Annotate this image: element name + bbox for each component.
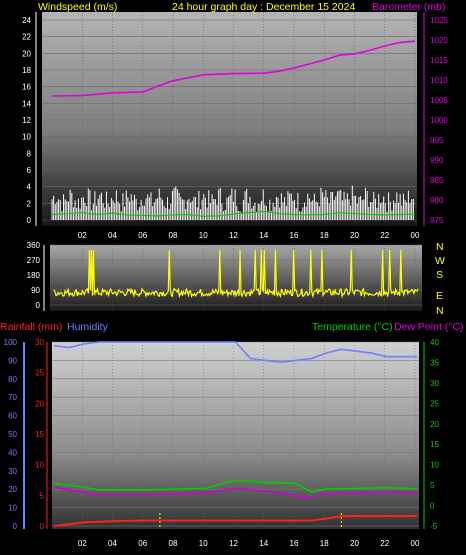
humidity-tick-label: 100 [4, 338, 18, 347]
rainfall-tick-label: 15 [35, 430, 44, 439]
wind-tick-label: 14 [22, 99, 31, 108]
wind-tick-label: 12 [22, 116, 31, 125]
temperature-axis-title: Temperature (°C) [312, 321, 393, 333]
temp-x-tick-label: 00 [411, 539, 420, 548]
temp-x-tick-label: 02 [78, 539, 87, 548]
direction-tick-label: 270 [27, 256, 41, 265]
wind-tick-label: 8 [27, 149, 32, 158]
compass-label-n-top: N [436, 241, 444, 253]
temperature-panel-background [52, 342, 419, 529]
humidity-tick-label: 70 [8, 393, 17, 402]
rainfall-tick-label: 5 [40, 491, 45, 500]
barometer-tick-label: 980 [430, 196, 444, 205]
weather-graph: 0246810121416182022249759809859909951000… [0, 1, 464, 548]
temp-x-tick-label: 08 [169, 539, 178, 548]
wind-tick-label: 10 [22, 133, 31, 142]
barometer-tick-label: 1010 [430, 76, 448, 85]
direction-tick-label: 0 [36, 301, 41, 310]
temp-x-tick-label: 16 [290, 539, 299, 548]
direction-tick-label: 360 [27, 241, 41, 250]
wind-tick-label: 4 [27, 183, 32, 192]
rainfall-tick-label: 30 [35, 338, 44, 347]
wind-x-tick-label: 04 [108, 231, 117, 240]
temp-x-tick-label: 22 [380, 539, 389, 548]
temp-x-tick-label: 14 [259, 539, 268, 548]
compass-label-n-bottom: N [436, 305, 444, 317]
wind-x-tick-label: 12 [229, 231, 238, 240]
wind-x-tick-label: 10 [199, 231, 208, 240]
temp-x-tick-label: 10 [199, 539, 208, 548]
humidity-tick-label: 90 [8, 356, 17, 365]
compass-label-e: E [436, 290, 443, 302]
temperature-tick-label: 35 [430, 358, 439, 367]
humidity-tick-label: 30 [8, 467, 17, 476]
wind-x-tick-label: 22 [380, 231, 389, 240]
barometer-tick-label: 985 [430, 176, 444, 185]
wind-x-tick-label: 16 [290, 231, 299, 240]
humidity-tick-label: 10 [8, 504, 17, 513]
temp-x-tick-label: 04 [108, 539, 117, 548]
wind-tick-label: 22 [22, 33, 31, 42]
compass-label-s: S [436, 269, 443, 281]
rainfall-tick-label: 20 [35, 399, 44, 408]
wind-tick-label: 16 [22, 83, 31, 92]
temperature-tick-label: 40 [430, 338, 439, 347]
windspeed-axis-title: Windspeed (m/s) [38, 1, 117, 13]
barometer-tick-label: 1015 [430, 56, 448, 65]
barometer-tick-label: 990 [430, 156, 444, 165]
barometer-tick-label: 975 [430, 216, 444, 225]
wind-tick-label: 24 [22, 16, 31, 25]
barometer-tick-label: 1005 [430, 96, 448, 105]
temperature-tick-label: 10 [430, 461, 439, 470]
temperature-tick-label: 25 [430, 399, 439, 408]
rainfall-tick-label: 0 [40, 522, 45, 531]
temp-x-tick-label: 18 [320, 539, 329, 548]
humidity-axis-title: Humidity [67, 321, 109, 333]
wind-tick-label: 0 [27, 216, 32, 225]
wind-tick-label: 20 [22, 49, 31, 58]
wind-x-tick-label: 08 [169, 231, 178, 240]
dewpoint-axis-title: Dew Point (°C) [394, 321, 464, 333]
temp-x-tick-label: 20 [350, 539, 359, 548]
rainfall-axis-title: Rainfall (mm) [0, 321, 62, 333]
barometer-tick-label: 1000 [430, 116, 448, 125]
wind-tick-label: 2 [27, 199, 32, 208]
temp-x-tick-label: 06 [138, 539, 147, 548]
wind-tick-label: 6 [27, 166, 32, 175]
temperature-tick-label: 30 [430, 379, 439, 388]
compass-label-w: W [435, 255, 445, 267]
humidity-tick-label: 20 [8, 485, 17, 494]
barometer-axis-title: Barometer (mb) [372, 1, 446, 13]
barometer-tick-label: 1025 [430, 16, 448, 25]
barometer-tick-label: 1020 [430, 36, 448, 45]
direction-panel-background [50, 245, 422, 311]
humidity-tick-label: 0 [13, 522, 18, 531]
humidity-tick-label: 40 [8, 448, 17, 457]
humidity-tick-label: 50 [8, 430, 17, 439]
rainfall-tick-label: 10 [35, 461, 44, 470]
rainfall-tick-label: 25 [35, 369, 44, 378]
temperature-tick-label: 5 [430, 481, 435, 490]
humidity-tick-label: 60 [8, 412, 17, 421]
wind-x-tick-label: 02 [78, 231, 87, 240]
wind-panel-background [42, 12, 417, 226]
chart-title: 24 hour graph day : December 15 2024 [172, 1, 355, 13]
humidity-tick-label: 80 [8, 375, 17, 384]
direction-tick-label: 90 [31, 286, 40, 295]
wind-tick-label: 18 [22, 66, 31, 75]
temperature-tick-label: 15 [430, 440, 439, 449]
wind-x-tick-label: 14 [259, 231, 268, 240]
wind-x-tick-label: 06 [138, 231, 147, 240]
wind-x-tick-label: 20 [350, 231, 359, 240]
direction-tick-label: 180 [27, 271, 41, 280]
temperature-tick-label: 20 [430, 420, 439, 429]
barometer-tick-label: 995 [430, 136, 444, 145]
wind-x-tick-label: 18 [320, 231, 329, 240]
temp-x-tick-label: 12 [229, 539, 238, 548]
temperature-tick-label: -5 [430, 522, 438, 531]
temperature-tick-label: 0 [430, 502, 435, 511]
wind-x-tick-label: 00 [411, 231, 420, 240]
